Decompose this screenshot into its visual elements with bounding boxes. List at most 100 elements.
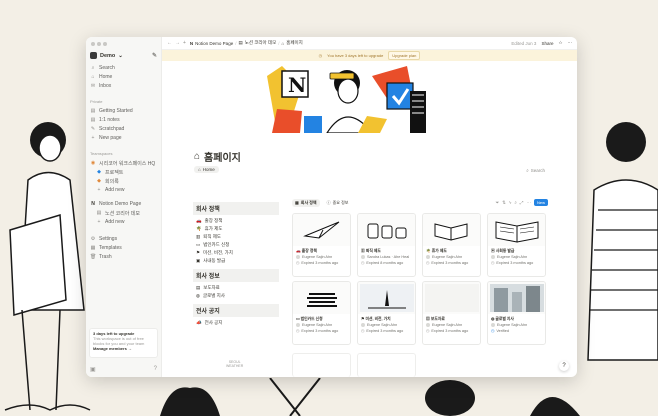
- plus-icon: +: [97, 219, 101, 225]
- card-icon: ◍: [491, 317, 495, 321]
- notice-link[interactable]: 📣 전사 공지: [193, 319, 279, 327]
- sidebar-item-home[interactable]: ⌂ Home: [90, 73, 158, 81]
- sidebar-item-hq[interactable]: ◉ 시리코어 워크스페이스 HQ: [90, 159, 158, 167]
- breadcrumb-item[interactable]: Notion Demo Page: [195, 41, 233, 46]
- section-heading: 회사 정책: [193, 202, 279, 215]
- policy-link[interactable]: ▭ 법인카드 신청: [193, 241, 279, 249]
- filter-icon[interactable]: ⏷: [496, 200, 500, 205]
- gallery-card[interactable]: ▤ 보도자료 Eugene Sajin Ahn ◷ Expired 3 months …: [422, 281, 481, 345]
- inbox-icon: ✉: [90, 83, 96, 89]
- gallery-card[interactable]: 🚗 출장 정책 Eugene Sajin Ahn ◷ Expired 3 months…: [292, 213, 351, 277]
- cover-illustration: N: [162, 61, 577, 133]
- forward-arrow-icon[interactable]: →: [175, 40, 180, 46]
- sidebar-item-korea-demo[interactable]: ▤ 노션 코리아 데모: [90, 209, 158, 217]
- more-icon[interactable]: ⋯: [526, 200, 531, 206]
- section-heading: 회사 정보: [193, 269, 279, 282]
- search-icon[interactable]: ⌕: [514, 200, 517, 205]
- nav-buttons: ← → +: [167, 40, 186, 46]
- sidebar-item-add-new-2[interactable]: + Add new: [90, 218, 158, 226]
- tab-company-policy[interactable]: ▦ 회사 정책: [292, 198, 320, 207]
- gallery-grid: 🚗 출장 정책 Eugene Sajin Ahn ◷ Expired 3 months…: [292, 213, 548, 345]
- share-button[interactable]: Share: [541, 41, 553, 46]
- home-icon: ⌂: [198, 167, 201, 172]
- card-cover: [358, 214, 415, 246]
- policy-link[interactable]: ▣ 사내동 발급: [193, 257, 279, 265]
- policy-link[interactable]: 🌴 휴가 제도: [193, 225, 279, 233]
- back-arrow-icon[interactable]: ←: [167, 40, 172, 46]
- gallery-card[interactable]: ◍ 글로벌 지사 Eugene Sajin Ahn ◷ Verified: [487, 281, 546, 345]
- status-icon: ◷: [491, 329, 495, 333]
- card-status: ◷ Expired 3 months ago: [361, 329, 404, 333]
- page-search-button[interactable]: ⌕ Search: [526, 168, 545, 173]
- database-toolbar: ▦ 회사 정책 ⓘ 중요 정보 ⏷ ⇅ ϟ ⌕ ⤢ ⋯ New: [292, 198, 548, 207]
- gallery-card[interactable]: ⚑ 미션, 비전, 가치 Eugene Sajin Ahn ◷ Expired 3 m…: [357, 281, 416, 345]
- policy-link[interactable]: 🚗 출장 정책: [193, 217, 279, 225]
- tab-important-info[interactable]: ⓘ 중요 정보: [324, 199, 352, 207]
- manage-members-link[interactable]: Manage members →: [93, 346, 154, 351]
- upgrade-card: 3 days left to upgrade This workspace is…: [89, 328, 158, 358]
- sidebar-item-add-new[interactable]: + Add new: [90, 186, 158, 194]
- sidebar-item-label: Add new: [105, 219, 125, 225]
- star-icon[interactable]: ☆: [558, 40, 562, 46]
- new-button[interactable]: New: [533, 199, 548, 206]
- sidebar-item-inbox[interactable]: ✉ Inbox: [90, 82, 158, 90]
- gallery-card[interactable]: 🌴 휴가 제도 Eugene Sajin Ahn ◷ Expired 3 months…: [422, 213, 481, 277]
- policy-link[interactable]: ⚑ 미션, 비전, 가치: [193, 249, 279, 257]
- breadcrumb-item[interactable]: 노션 코리아 데모: [245, 40, 276, 46]
- workspace-switcher[interactable]: Demo ⌄ ✎: [90, 52, 157, 59]
- tab-home[interactable]: ⌂ Home: [194, 166, 219, 173]
- sidebar-item-label: New page: [99, 135, 122, 141]
- sidebar-item-label: Home: [99, 74, 113, 80]
- sidebar-item-trash[interactable]: 🗑 Trash: [90, 253, 158, 261]
- topbar-actions: Edited Jun 3 Share ☆ ⋯: [511, 40, 572, 46]
- meeting-icon: ◆: [97, 178, 101, 184]
- sidebar-item-project[interactable]: ◆ 프로젝트: [90, 168, 158, 176]
- sidebar-item-notion-demo[interactable]: N Notion Demo Page: [90, 200, 158, 208]
- sidebar-item-notes[interactable]: ▤ 1:1 notes: [90, 116, 158, 124]
- workspace-logo-icon: [90, 52, 97, 59]
- sidebar-item-new-page[interactable]: + New page: [90, 134, 158, 142]
- avatar: [361, 323, 365, 327]
- clock-icon: ◷: [318, 53, 323, 58]
- page-icon: ▤: [238, 40, 243, 45]
- chevron-down-icon: ⌄: [118, 52, 123, 59]
- breadcrumb-item[interactable]: 홈페이지: [286, 40, 303, 46]
- info-link[interactable]: ▤ 보도자료: [193, 284, 279, 292]
- sidebar-item-getting-started[interactable]: ▤ Getting Started: [90, 107, 158, 115]
- help-button[interactable]: ?: [559, 361, 569, 371]
- sidebar-item-meetings[interactable]: ◆ 회의록: [90, 177, 158, 185]
- flag-icon: ⚑: [196, 250, 201, 255]
- lightning-icon[interactable]: ϟ: [509, 200, 511, 205]
- sidebar-item-settings[interactable]: ⚙ Settings: [90, 235, 158, 243]
- policy-link[interactable]: ▥ 퇴직 제도: [193, 233, 279, 241]
- card-cover: [488, 214, 545, 246]
- sidebar-item-scratchpad[interactable]: ✎ Scratchpad: [90, 125, 158, 133]
- help-icon[interactable]: ?: [154, 366, 157, 373]
- database-tools: ⏷ ⇅ ϟ ⌕ ⤢ ⋯ New: [496, 199, 548, 206]
- gallery-card[interactable]: ▭ 법인카드 신청 Eugene Sajin Ahn ◷ Expired 3 mont…: [292, 281, 351, 345]
- calendar-icon[interactable]: ▣: [90, 366, 96, 373]
- info-link[interactable]: ◍ 글로벌 지사: [193, 292, 279, 300]
- page-icon: ▤: [90, 117, 96, 123]
- card-status: ◷ Expired 3 months ago: [426, 261, 469, 265]
- gallery-card[interactable]: ▣ 사회동 발급 Eugene Sajin Ahn ◷ Expired 3 month…: [487, 213, 546, 277]
- card-cover: [293, 282, 350, 314]
- sort-icon[interactable]: ⇅: [502, 200, 506, 206]
- window-controls[interactable]: [91, 42, 107, 46]
- more-icon[interactable]: ⋯: [568, 40, 573, 46]
- sidebar-item-label: Search: [99, 65, 115, 71]
- add-icon[interactable]: +: [183, 40, 186, 46]
- sidebar-item-templates[interactable]: ▦ Templates: [90, 244, 158, 252]
- gallery-card[interactable]: ▥ 퇴직 제도 Sandra Lukas · Ahe Heal ◷ Expired 8…: [357, 213, 416, 277]
- card-icon: 🌴: [426, 249, 431, 253]
- new-page-icon[interactable]: ✎: [152, 52, 157, 59]
- expand-icon[interactable]: ⤢: [520, 200, 524, 205]
- sidebar: Demo ⌄ ✎ ⌕ Search ⌂ Home ✉ Inbox Private ▤ G…: [86, 37, 162, 377]
- sidebar-item-label: 프로젝트: [105, 169, 124, 176]
- upgrade-plan-button[interactable]: Upgrade plan: [388, 51, 421, 60]
- right-illustration: [587, 122, 658, 361]
- page-title: ⌂ 홈페이지: [194, 149, 241, 164]
- status-icon: ◷: [296, 261, 300, 265]
- card-cover: [358, 282, 415, 314]
- sidebar-item-search[interactable]: ⌕ Search: [90, 64, 158, 72]
